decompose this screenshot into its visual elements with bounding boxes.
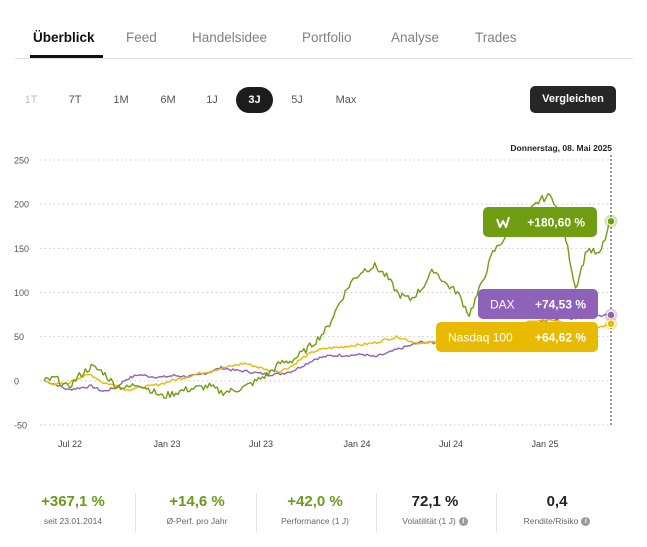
y-tick-label: 100	[14, 288, 29, 298]
range-max[interactable]: Max	[330, 87, 362, 113]
stat-label: Performance (1 J)	[280, 516, 350, 526]
x-tick-label: Jan 23	[153, 439, 180, 449]
stat-avg-per-year: +14,6 % Ø-Perf. pro Jahr	[138, 493, 256, 535]
range-3j[interactable]: 3J	[236, 87, 273, 113]
stat-divider	[496, 493, 497, 533]
y-tick-label: 0	[14, 376, 19, 386]
x-tick-label: Jul 22	[58, 439, 82, 449]
active-tab-indicator	[30, 55, 103, 58]
series-value-label: +74,53 %	[535, 298, 586, 312]
performance-chart[interactable]: 250 200 150 100 50 0 -50 Donnerstag, 08. Mai 20…	[0, 135, 647, 465]
x-tick-label: Jul 24	[439, 439, 463, 449]
stat-label: Volatilität (1 J) i	[376, 516, 494, 527]
end-marker	[606, 319, 616, 329]
stat-divider	[135, 493, 136, 533]
stat-since-inception: +367,1 % seit 23.01.2014	[14, 493, 132, 535]
date-label: Donnerstag, 08. Mai 2025	[510, 143, 612, 153]
stat-value: +42,0 %	[287, 493, 343, 510]
range-5j[interactable]: 5J	[286, 87, 308, 113]
range-1t[interactable]: 1T	[20, 87, 42, 113]
compare-button[interactable]: Vergleichen	[530, 86, 616, 113]
stat-label: seit 23.01.2014	[43, 516, 103, 526]
tab-handelsidee[interactable]: Handelsidee	[192, 30, 267, 45]
tab-analyse[interactable]: Analyse	[391, 30, 439, 45]
tab-portfolio[interactable]: Portfolio	[302, 30, 352, 45]
x-tick-label: Jul 23	[249, 439, 273, 449]
x-tick-label: Jan 25	[531, 439, 558, 449]
series-value-label: +64,62 %	[535, 331, 586, 345]
range-1j[interactable]: 1J	[201, 87, 223, 113]
tab-trades[interactable]: Trades	[475, 30, 517, 45]
stat-value: +367,1 %	[41, 493, 105, 510]
stat-label: Ø-Perf. pro Jahr	[166, 516, 228, 526]
end-marker	[606, 217, 616, 226]
stat-value: 0,4	[546, 493, 568, 510]
range-6m[interactable]: 6M	[155, 87, 181, 113]
y-tick-label: 50	[14, 332, 24, 342]
range-7t[interactable]: 7T	[63, 87, 87, 113]
main-tab-bar: Überblick Feed Handelsidee Portfolio Ana…	[14, 0, 634, 59]
stats-bar: +367,1 % seit 23.01.2014 +14,6 % Ø-Perf.…	[14, 493, 620, 543]
series-value-label: +180,60 %	[527, 216, 585, 230]
stat-return-risk: 0,4 Rendite/Risiko i	[498, 493, 616, 535]
tab-ueberblick[interactable]: Überblick	[33, 30, 95, 45]
y-tick-label: -50	[14, 421, 27, 431]
tab-feed[interactable]: Feed	[126, 30, 157, 45]
stat-volatility: 72,1 % Volatilität (1 J) i	[376, 493, 494, 535]
stat-label: Rendite/Risiko i	[498, 516, 616, 527]
stat-performance-1j: +42,0 % Performance (1 J)	[256, 493, 374, 535]
x-tick-label: Jan 24	[343, 439, 370, 449]
y-tick-label: 150	[14, 244, 29, 254]
info-icon[interactable]: i	[581, 517, 591, 527]
range-1m[interactable]: 1M	[108, 87, 134, 113]
series-name-label: Nasdaq 100	[448, 331, 513, 345]
stat-value: +14,6 %	[169, 493, 225, 510]
y-tick-label: 250	[14, 156, 29, 166]
y-tick-label: 200	[14, 200, 29, 210]
info-icon[interactable]: i	[458, 517, 468, 527]
series-name-label: DAX	[490, 298, 515, 312]
stat-value: 72,1 %	[411, 493, 459, 510]
